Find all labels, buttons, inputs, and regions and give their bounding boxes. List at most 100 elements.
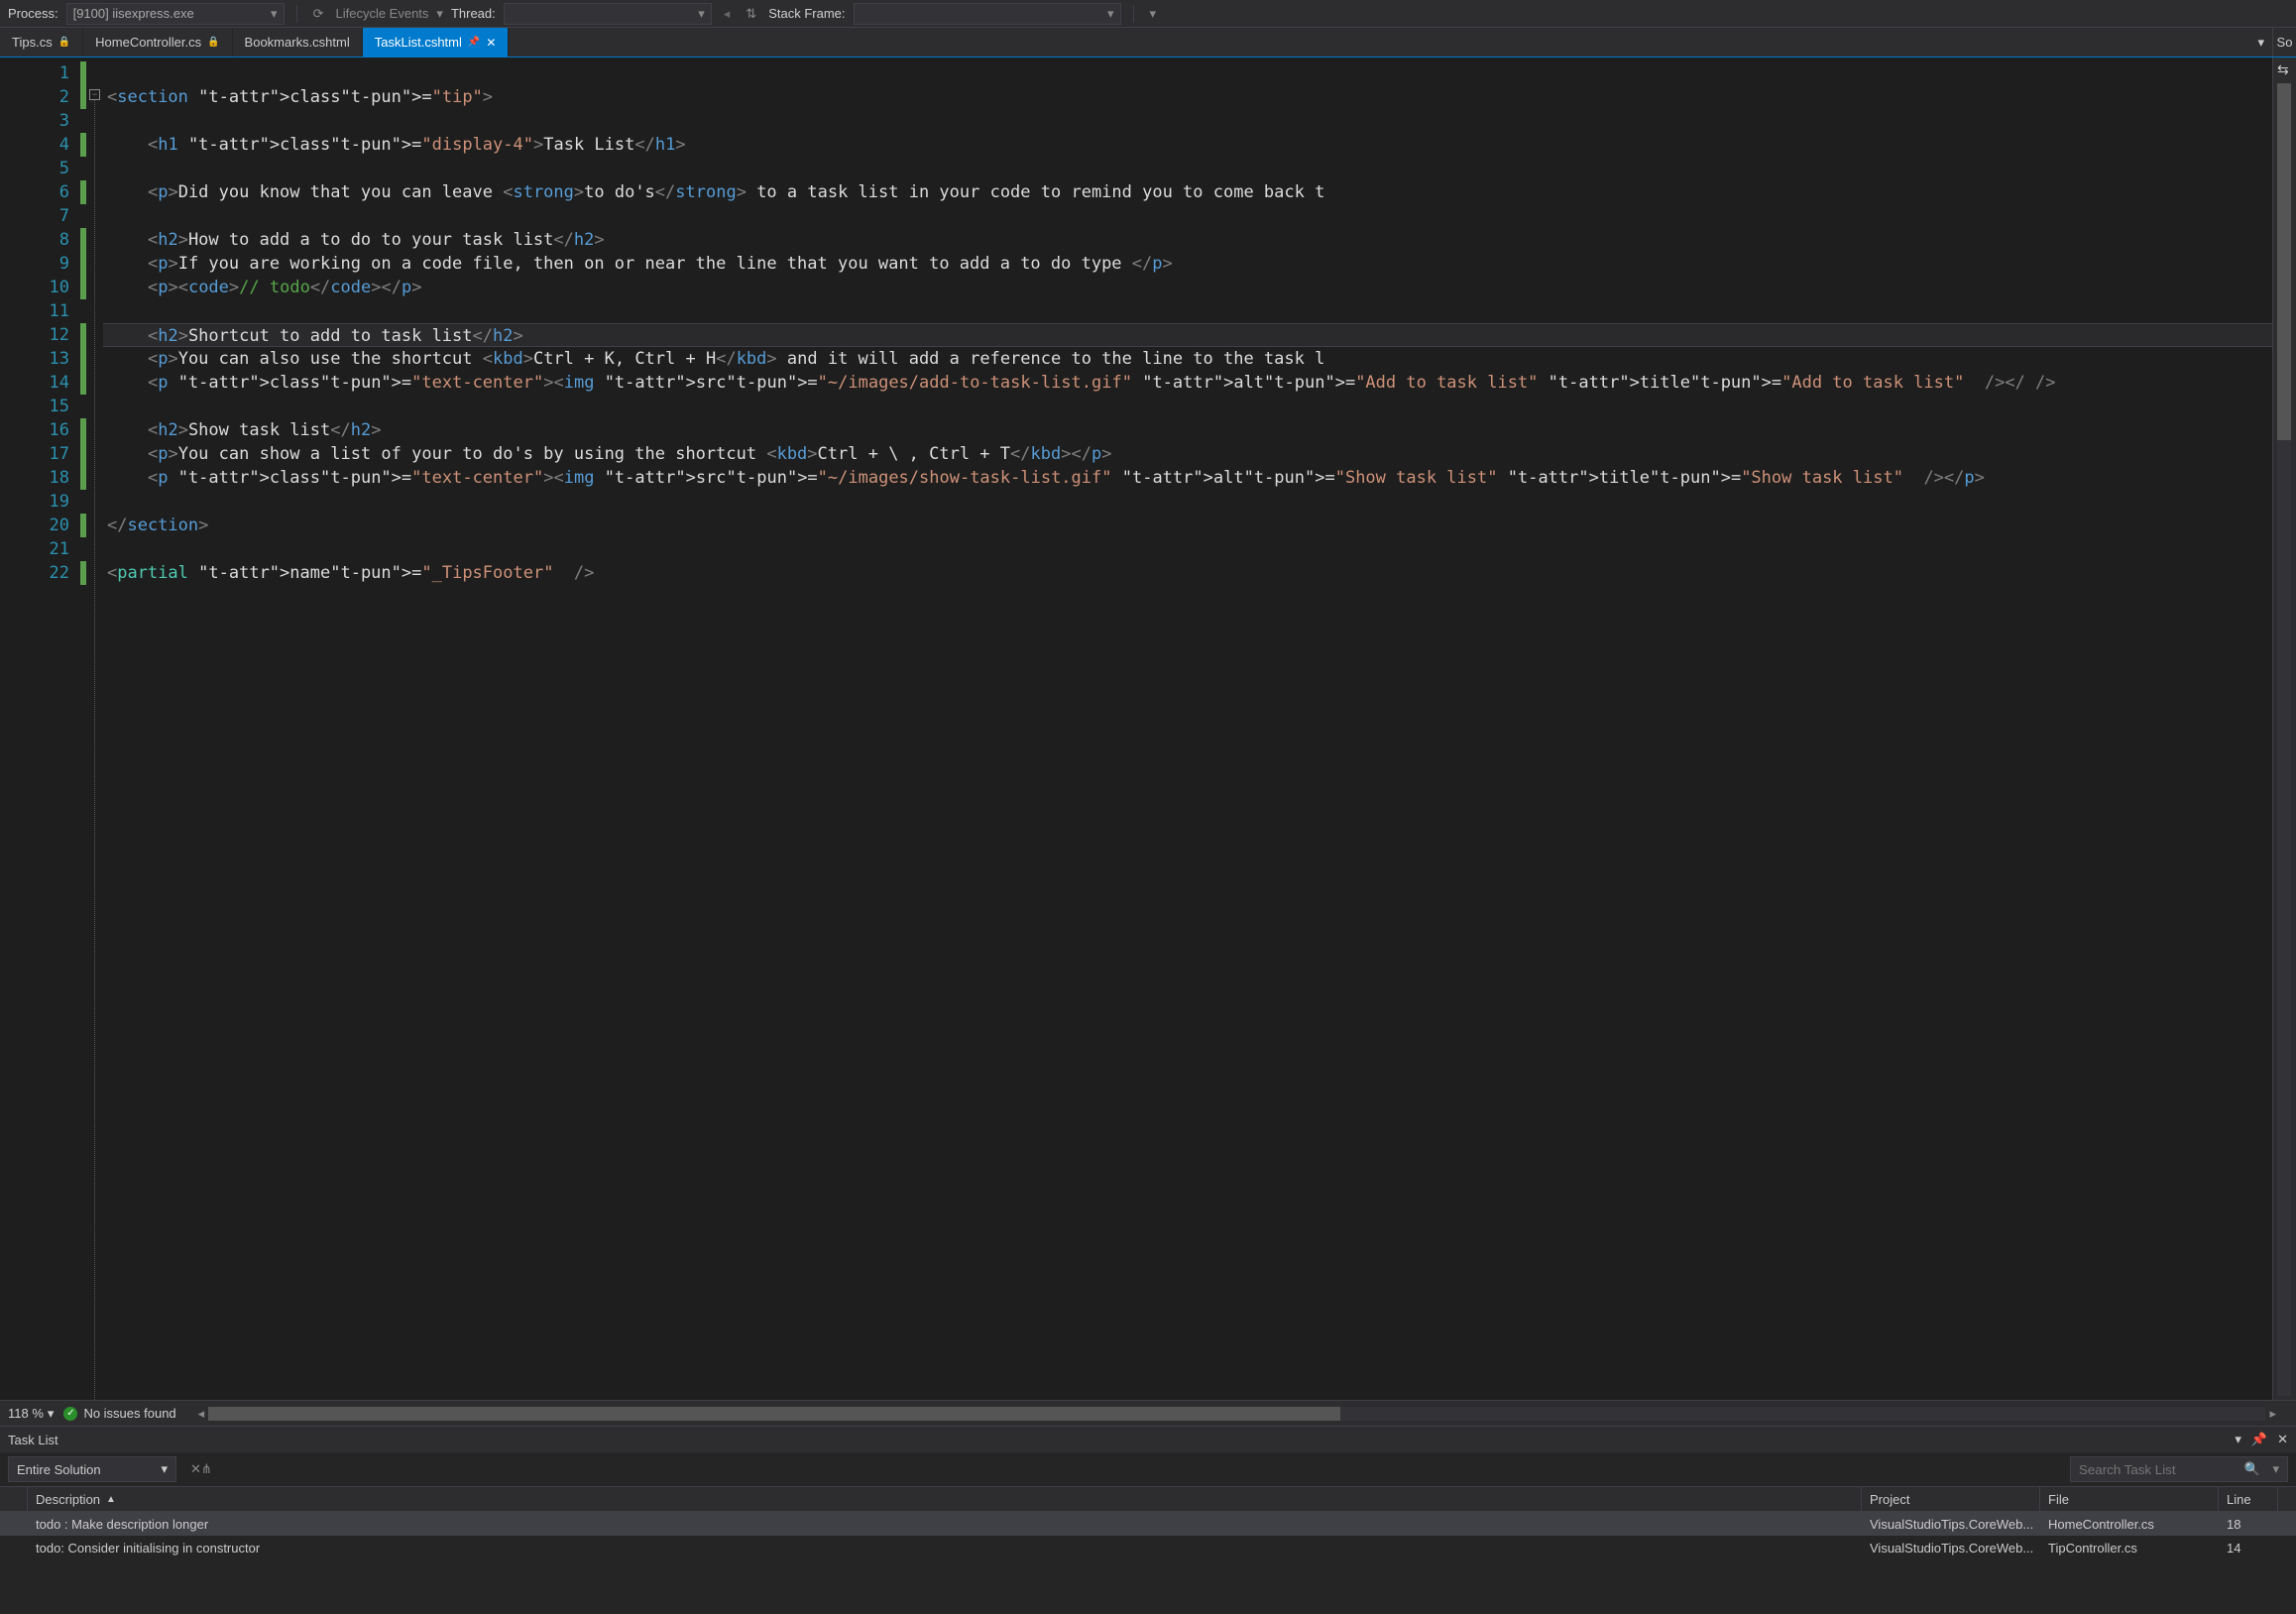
code-line[interactable]: <h2>How to add a to do to your task list…: [103, 228, 2272, 252]
line-number: 11: [22, 299, 69, 323]
scroll-track[interactable]: [208, 1407, 2265, 1421]
stackframe-combo[interactable]: [854, 3, 1121, 25]
code-line[interactable]: <p>You can show a list of your to do's b…: [103, 442, 2272, 466]
code-line[interactable]: <p><code>// todo</code></p>: [103, 276, 2272, 299]
toolbar-overflow-icon[interactable]: [1146, 6, 1161, 22]
task-list-panel: Task List 📌 ✕ Entire Solution ✕⋔ 🔍 Descr…: [0, 1426, 2296, 1614]
vertical-scrollbar[interactable]: ⇆: [2272, 58, 2296, 1400]
code-line[interactable]: [103, 61, 2272, 85]
window-position-icon[interactable]: [2235, 1432, 2241, 1447]
step-back-icon[interactable]: ◂: [720, 6, 735, 22]
tab-bookmarks-cshtml[interactable]: Bookmarks.cshtml: [233, 28, 363, 57]
change-marker: [80, 537, 86, 561]
chevron-down-icon[interactable]: [436, 6, 443, 22]
fold-toggle-icon[interactable]: −: [89, 89, 100, 100]
code-editor[interactable]: <section "t-attr">class"t-pun">="tip"> <…: [103, 58, 2272, 1400]
split-editor-icon[interactable]: ⇆: [2277, 61, 2289, 78]
search-icon[interactable]: 🔍: [2244, 1461, 2260, 1477]
column-file[interactable]: File: [2040, 1487, 2219, 1511]
column-priority[interactable]: [0, 1487, 28, 1511]
tab-tasklist-cshtml[interactable]: TaskList.cshtml 📌 ✕: [363, 28, 510, 57]
column-padding: [2278, 1487, 2296, 1511]
change-marker: [80, 276, 86, 299]
ok-check-icon: ✓: [63, 1407, 77, 1421]
scroll-thumb[interactable]: [2277, 83, 2291, 440]
line-number: 2: [22, 85, 69, 109]
scroll-thumb[interactable]: [208, 1407, 1339, 1421]
tab-homecontroller-cs[interactable]: HomeController.cs 🔒: [83, 28, 232, 57]
task-line: 14: [2219, 1541, 2278, 1556]
change-marker: [80, 252, 86, 276]
column-label: Line: [2227, 1492, 2251, 1507]
zoom-combo[interactable]: 118 %: [8, 1406, 54, 1422]
column-line[interactable]: Line: [2219, 1487, 2278, 1511]
code-line[interactable]: <h2>Show task list</h2>: [103, 418, 2272, 442]
right-panel-collapsed[interactable]: So: [2272, 28, 2296, 57]
code-line[interactable]: <h2>Shortcut to add to task list</h2>: [103, 323, 2272, 347]
step-icon[interactable]: ⇅: [742, 6, 760, 22]
line-number: 19: [22, 490, 69, 514]
outlining-gutter[interactable]: −: [87, 58, 103, 1400]
code-line[interactable]: [103, 299, 2272, 323]
toolbar-separator: [296, 5, 297, 23]
close-icon[interactable]: ✕: [486, 36, 496, 50]
task-list-search[interactable]: 🔍: [2070, 1456, 2288, 1482]
pin-icon[interactable]: 📌: [468, 37, 480, 48]
code-line[interactable]: <section "t-attr">class"t-pun">="tip">: [103, 85, 2272, 109]
task-list-title: Task List: [8, 1433, 2235, 1447]
code-line[interactable]: [103, 157, 2272, 180]
search-input[interactable]: [2079, 1462, 2238, 1477]
lock-icon: 🔒: [58, 37, 70, 48]
scope-value: Entire Solution: [17, 1462, 101, 1477]
glyph-margin[interactable]: [0, 58, 22, 1400]
tab-label: HomeController.cs: [95, 35, 201, 50]
scroll-right-icon[interactable]: ▸: [2265, 1406, 2280, 1422]
line-number-gutter[interactable]: 12345678910111213141516171819202122: [22, 58, 79, 1400]
tab-tips-cs[interactable]: Tips.cs 🔒: [0, 28, 83, 57]
close-icon[interactable]: ✕: [2277, 1432, 2288, 1447]
horizontal-scrollbar[interactable]: ◂ ▸: [194, 1406, 2280, 1422]
code-line[interactable]: <p>You can also use the shortcut <kbd>Ct…: [103, 347, 2272, 371]
code-line[interactable]: [103, 109, 2272, 133]
line-number: 7: [22, 204, 69, 228]
change-marker: [80, 371, 86, 395]
code-line[interactable]: [103, 204, 2272, 228]
code-line[interactable]: [103, 395, 2272, 418]
refresh-icon[interactable]: ⟳: [309, 6, 328, 22]
code-line[interactable]: <h1 "t-attr">class"t-pun">="display-4">T…: [103, 133, 2272, 157]
scroll-left-icon[interactable]: ◂: [194, 1406, 209, 1422]
pin-icon[interactable]: 📌: [2251, 1432, 2267, 1447]
chevron-down-icon: [48, 1406, 55, 1422]
lock-icon: 🔒: [207, 37, 219, 48]
process-combo[interactable]: [9100] iisexpress.exe: [66, 3, 285, 25]
filter-icon[interactable]: ✕⋔: [184, 1461, 218, 1477]
line-number: 15: [22, 395, 69, 418]
scope-combo[interactable]: Entire Solution: [8, 1456, 176, 1482]
column-project[interactable]: Project: [1862, 1487, 2040, 1511]
column-label: Description: [36, 1492, 100, 1507]
chevron-down-icon: [271, 6, 278, 22]
column-description[interactable]: Description ▲: [28, 1487, 1862, 1511]
chevron-down-icon: [161, 1461, 168, 1477]
lifecycle-label: Lifecycle Events: [335, 6, 428, 21]
column-label: File: [2048, 1492, 2069, 1507]
code-line[interactable]: <p "t-attr">class"t-pun">="text-center">…: [103, 466, 2272, 490]
code-line[interactable]: <p>Did you know that you can leave <stro…: [103, 180, 2272, 204]
thread-combo[interactable]: [504, 3, 712, 25]
code-line[interactable]: <partial "t-attr">name"t-pun">="_TipsFoo…: [103, 561, 2272, 585]
task-row[interactable]: todo: Consider initialising in construct…: [0, 1536, 2296, 1559]
code-line[interactable]: [103, 537, 2272, 561]
chevron-down-icon: [698, 6, 705, 22]
line-number: 10: [22, 276, 69, 299]
task-row[interactable]: todo : Make description longerVisualStud…: [0, 1512, 2296, 1536]
code-line[interactable]: <p "t-attr">class"t-pun">="text-center">…: [103, 371, 2272, 395]
chevron-down-icon[interactable]: [2272, 1461, 2279, 1477]
change-marker: [80, 85, 86, 109]
tabs-overflow-icon[interactable]: [2249, 28, 2272, 57]
issues-status[interactable]: ✓ No issues found: [63, 1406, 175, 1421]
task-project: VisualStudioTips.CoreWeb...: [1862, 1517, 2040, 1532]
code-line[interactable]: [103, 490, 2272, 514]
code-line[interactable]: </section>: [103, 514, 2272, 537]
code-line[interactable]: <p>If you are working on a code file, th…: [103, 252, 2272, 276]
change-marker: [80, 299, 86, 323]
